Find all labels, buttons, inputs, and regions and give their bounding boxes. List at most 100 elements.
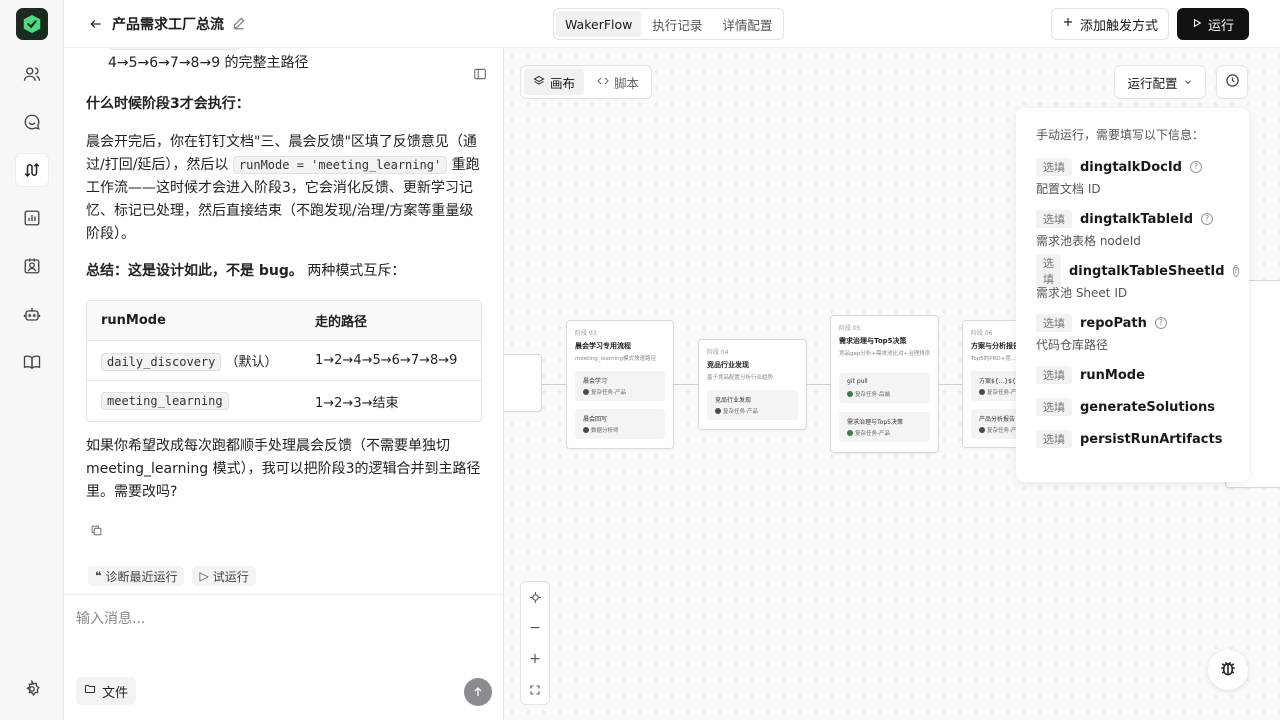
table-cell-path: 1→2→3→结束 (315, 395, 399, 411)
script-mode-button[interactable]: 脚本 (588, 69, 648, 95)
agent-avatar (979, 427, 985, 433)
back-arrow-icon[interactable] (86, 14, 106, 34)
workflow-node-partial[interactable] (504, 354, 542, 412)
edge (674, 384, 698, 385)
chat-icon[interactable] (16, 106, 48, 138)
task-name: 晨会回写 (583, 416, 608, 423)
param-name: generateSolutions (1080, 399, 1216, 415)
settings-icon[interactable] (16, 673, 48, 705)
tab-run-history[interactable]: 执行记录 (643, 11, 711, 37)
param-item[interactable]: 选填 persistRunArtifacts (1036, 429, 1229, 449)
fullscreen-icon[interactable] (521, 675, 549, 705)
run-label: 运行 (1207, 18, 1234, 34)
node-task[interactable]: git pull 复杂任务-后端 (839, 373, 930, 403)
sidebar-toggle-icon[interactable] (473, 66, 487, 85)
node-stage: 阶段 06 (971, 330, 993, 337)
agent-avatar (847, 391, 853, 397)
param-row: 选填 dingtalkTableId? (1036, 209, 1229, 229)
path-text: 4→5→6→7→8→9 的完整主路径 (108, 55, 309, 71)
param-item[interactable]: 选填 dingtalkDocId? 配置文档 ID (1036, 157, 1229, 197)
edit-pencil-icon[interactable] (232, 15, 246, 34)
table-header-cell: runMode (101, 313, 166, 328)
param-item[interactable]: 选填 runMode (1036, 365, 1229, 385)
tab-wakerflow[interactable]: WakerFlow (556, 11, 642, 37)
node-stage: 阶段 03 (575, 330, 597, 337)
param-row: 选填 generateSolutions (1036, 397, 1229, 417)
param-row: 选填 dingtalkDocId? (1036, 157, 1229, 177)
tab-detail-config[interactable]: 详情配置 (713, 11, 781, 37)
users-icon[interactable] (16, 58, 48, 90)
workflow-icon[interactable] (16, 154, 48, 186)
node-task[interactable]: 竞品行业发现 复杂任务-产品 (707, 390, 798, 420)
contact-card-icon[interactable] (16, 250, 48, 282)
node-task[interactable]: 需求治理与Top5决策 复杂任务-产品 (839, 412, 930, 442)
mode-label: 脚本 (614, 75, 640, 91)
workflow-node-stage-05[interactable]: 阶段 05 需求治理与Top5决策 竞品gap分析+需求池比对+治理排序 git… (830, 315, 939, 453)
agent-avatar (583, 389, 589, 395)
layers-icon (533, 75, 545, 90)
canvas-mode-toggle: 画布 脚本 (520, 65, 653, 99)
param-item[interactable]: 选填 dingtalkTableSheetId? 需求池 Sheet ID (1036, 254, 1239, 301)
summary-rest: 两种模式互斥： (307, 263, 406, 279)
node-subtitle: 基于竞品配置分析行业趋势 (707, 375, 774, 381)
message-composer: 输入消息... 文件 (64, 594, 503, 720)
run-button[interactable]: 运行 (1177, 8, 1249, 40)
table-cell-path: 1→2→4→5→6→7→8→9 (315, 353, 458, 368)
param-row: 选填 runMode (1036, 365, 1229, 385)
run-config-note: 手动运行，需要填写以下信息： (1036, 128, 1205, 142)
help-icon[interactable]: ? (1189, 161, 1202, 173)
param-item[interactable]: 选填 dingtalkTableId? 需求池表格 nodeId (1036, 209, 1229, 249)
trial-run-chip[interactable]: ▷ 试运行 (192, 566, 256, 586)
code-icon (597, 75, 609, 90)
param-row: 选填 persistRunArtifacts (1036, 429, 1229, 449)
node-task[interactable]: 晨会回写 数据分析师 (575, 409, 665, 439)
book-icon[interactable] (16, 346, 48, 378)
optional-tag: 选填 (1036, 254, 1061, 288)
top-header: 产品需求工厂总流 WakerFlow 执行记录 详情配置 添加触发方式 运行 (64, 0, 1280, 48)
param-desc: 配置文档 ID (1036, 182, 1101, 196)
message-input[interactable]: 输入消息... (76, 608, 145, 628)
chip-label: 试运行 (212, 569, 249, 584)
question-heading: 什么时候阶段3才会执行： (86, 96, 250, 112)
add-trigger-button[interactable]: 添加触发方式 (1051, 8, 1169, 40)
plus-icon (1062, 16, 1074, 32)
mode-code: daily_discovery (101, 353, 222, 371)
mode-note: （默认） (225, 355, 278, 370)
task-name: 晨会学习 (583, 378, 608, 385)
zoom-out-icon[interactable]: − (521, 613, 549, 643)
canvas-mode-button[interactable]: 画布 (524, 69, 585, 95)
run-config-dropdown[interactable]: 运行配置 (1114, 65, 1206, 99)
param-item[interactable]: 选填 repoPath? 代码仓库路径 (1036, 313, 1229, 353)
task-name: 竞品行业发现 (715, 397, 752, 404)
file-button[interactable]: 文件 (76, 677, 137, 705)
param-item[interactable]: 选填 generateSolutions (1036, 397, 1229, 417)
node-title: 方案与分析报告 (971, 342, 1020, 350)
agent-avatar (979, 389, 985, 395)
edge (807, 384, 830, 385)
help-icon[interactable]: ? (1154, 317, 1167, 329)
workflow-node-stage-03[interactable]: 阶段 03 晨会学习专用流程 meeting_learning模式快速路径 晨会… (566, 320, 674, 449)
send-button[interactable] (464, 678, 492, 706)
file-label: 文件 (102, 685, 129, 701)
task-name: 产品分析报告 (979, 416, 1016, 423)
chart-icon[interactable] (16, 202, 48, 234)
diagnose-chip[interactable]: ❝ 诊断最近运行 (88, 566, 185, 586)
copy-icon[interactable] (90, 522, 103, 541)
optional-tag: 选填 (1036, 158, 1072, 176)
workflow-canvas[interactable]: 画布 脚本 阶段 03 晨会学习专用流程 meeting_learning模式快… (504, 48, 1280, 720)
app-logo[interactable] (16, 8, 48, 40)
chevron-down-icon (1183, 75, 1193, 90)
table-row: daily_discovery （默认） 1→2→4→5→6→7→8→9 (87, 341, 481, 381)
recenter-icon[interactable] (521, 582, 549, 612)
debug-bug-button[interactable] (1208, 650, 1248, 690)
param-name: dingtalkDocId (1080, 159, 1182, 175)
app-rail (0, 0, 64, 720)
add-trigger-label: 添加触发方式 (1079, 18, 1158, 34)
workflow-node-stage-04[interactable]: 阶段 04 竞品行业发现 基于竞品配置分析行业趋势 竞品行业发现 复杂任务-产品 (698, 339, 807, 430)
zoom-in-icon[interactable]: + (521, 644, 549, 674)
help-icon[interactable]: ? (1232, 265, 1239, 277)
robot-icon[interactable] (16, 298, 48, 330)
history-clock-button[interactable] (1216, 65, 1248, 99)
help-icon[interactable]: ? (1201, 213, 1214, 225)
node-task[interactable]: 晨会学习 复杂任务-产品 (575, 371, 665, 401)
